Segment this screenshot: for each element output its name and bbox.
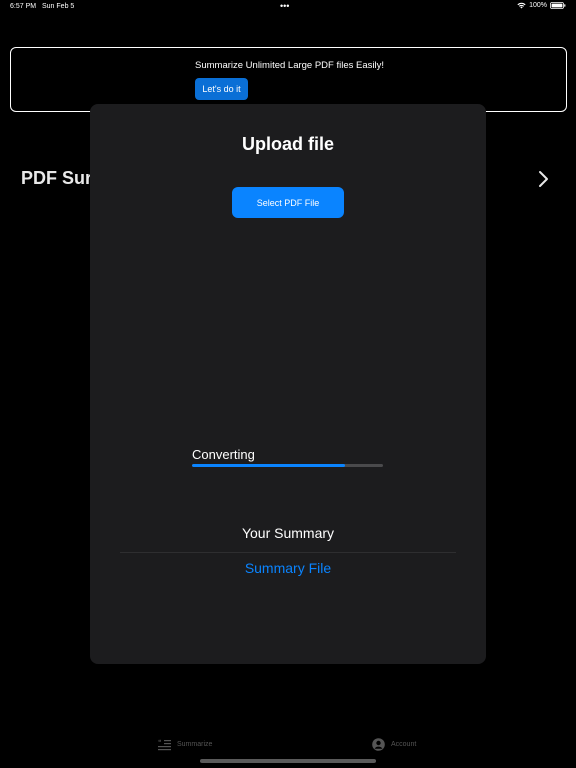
status-bar: 6:57 PM Sun Feb 5 ••• 100% [0, 0, 576, 14]
progress-bar [192, 464, 383, 467]
summary-file-link[interactable]: Summary File [90, 560, 486, 576]
promo-text: Summarize Unlimited Large PDF files Easi… [195, 60, 385, 71]
app-screen: 6:57 PM Sun Feb 5 ••• 100% Summarize Unl… [0, 0, 576, 768]
account-icon [372, 738, 385, 751]
status-time: 6:57 PM [10, 3, 37, 10]
tab-account-label: Account [391, 741, 417, 748]
battery-percentage: 100% [529, 2, 547, 9]
select-pdf-file-button[interactable]: Select PDF File [232, 187, 344, 218]
svg-text:❝: ❝ [158, 739, 162, 746]
divider [120, 552, 456, 553]
progress-label: Converting [192, 447, 255, 462]
status-date: Sun Feb 5 [42, 3, 75, 10]
modal-title: Upload file [241, 134, 334, 154]
upload-modal-sheet: Upload file Select PDF File Converting Y… [90, 104, 486, 664]
pdf-summarizer-row-title[interactable]: PDF Sur [21, 168, 92, 189]
home-indicator [200, 759, 376, 763]
tab-summarize[interactable]: ❝ Summarize [158, 738, 212, 751]
summary-heading: Your Summary [241, 525, 335, 541]
wifi-icon [517, 2, 526, 9]
status-indicators: 100% [517, 2, 566, 9]
lets-do-it-button[interactable]: Let's do it [195, 78, 248, 100]
promo-banner: Summarize Unlimited Large PDF files Easi… [10, 47, 567, 112]
chevron-right-icon[interactable] [536, 170, 550, 188]
summarize-icon: ❝ [158, 739, 171, 751]
tab-summarize-label: Summarize [177, 741, 213, 748]
battery-icon [550, 2, 566, 9]
progress-bar-fill [192, 464, 345, 467]
tab-account[interactable]: Account [372, 738, 416, 751]
multitasking-dots-icon[interactable]: ••• [280, 1, 289, 11]
